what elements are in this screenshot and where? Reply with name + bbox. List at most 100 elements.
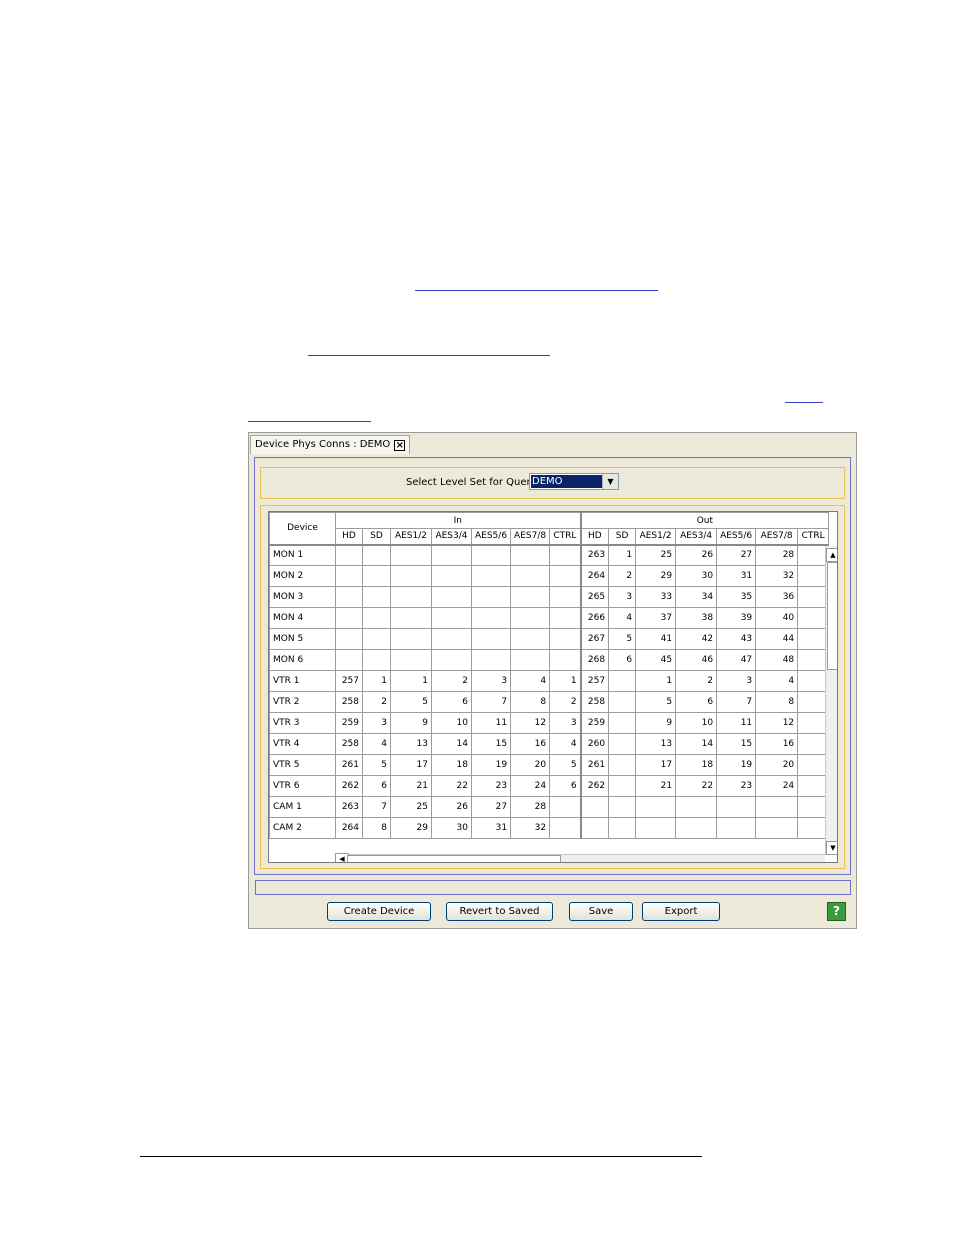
- out-cell[interactable]: 11: [716, 712, 757, 734]
- out-cell[interactable]: [797, 628, 830, 650]
- out-cell[interactable]: [797, 649, 830, 671]
- in-cell[interactable]: 8: [510, 691, 551, 713]
- in-cell[interactable]: [510, 649, 551, 671]
- doc-link-2[interactable]: [308, 355, 550, 356]
- revert-to-saved-button[interactable]: Revert to Saved: [446, 902, 553, 921]
- out-cell[interactable]: 6: [675, 691, 718, 713]
- in-cell[interactable]: [390, 565, 432, 587]
- out-cell[interactable]: 7: [716, 691, 757, 713]
- in-cell[interactable]: 4: [362, 733, 391, 755]
- out-cell[interactable]: 5: [608, 628, 637, 650]
- out-cell[interactable]: 30: [675, 565, 718, 587]
- out-cell[interactable]: [797, 586, 830, 608]
- device-cell[interactable]: MON 5: [269, 628, 336, 650]
- vertical-scroll-thumb[interactable]: [827, 562, 837, 670]
- out-cell[interactable]: 4: [755, 670, 799, 692]
- out-cell[interactable]: 6: [608, 649, 637, 671]
- in-cell[interactable]: [390, 586, 432, 608]
- in-cell[interactable]: [390, 607, 432, 629]
- in-cell[interactable]: 20: [510, 754, 551, 776]
- table-row[interactable]: VTR 6 262 6 21 22 23 24 6 262 21 22 23 24: [269, 775, 830, 797]
- in-cell[interactable]: 7: [470, 691, 512, 713]
- out-cell[interactable]: [608, 817, 637, 839]
- table-row[interactable]: MON 3 265 3 33 34 35 36: [269, 586, 830, 608]
- in-cell[interactable]: 9: [390, 712, 432, 734]
- in-cell[interactable]: 19: [470, 754, 512, 776]
- in-cell[interactable]: [470, 628, 512, 650]
- device-cell[interactable]: MON 4: [269, 607, 336, 629]
- in-cell[interactable]: [335, 607, 363, 629]
- in-cell[interactable]: 4: [549, 733, 582, 755]
- in-cell[interactable]: [549, 628, 582, 650]
- out-cell[interactable]: [797, 754, 830, 776]
- device-cell[interactable]: MON 3: [269, 586, 336, 608]
- in-cell[interactable]: 5: [390, 691, 432, 713]
- horizontal-scrollbar[interactable]: ◀: [335, 853, 825, 862]
- in-cell[interactable]: [549, 607, 582, 629]
- out-cell[interactable]: [716, 796, 757, 818]
- in-cell[interactable]: 3: [362, 712, 391, 734]
- table-row[interactable]: VTR 4 258 4 13 14 15 16 4 260 13 14 15 16: [269, 733, 830, 755]
- out-cell[interactable]: 260: [579, 733, 610, 755]
- out-cell[interactable]: 25: [635, 544, 677, 566]
- out-cell[interactable]: 48: [755, 649, 799, 671]
- out-cell[interactable]: [675, 817, 718, 839]
- in-cell[interactable]: 259: [335, 712, 363, 734]
- in-cell[interactable]: 8: [362, 817, 391, 839]
- out-cell[interactable]: [797, 565, 830, 587]
- out-cell[interactable]: 45: [635, 649, 677, 671]
- out-cell[interactable]: [716, 817, 757, 839]
- out-cell[interactable]: 258: [579, 691, 610, 713]
- in-cell[interactable]: 1: [390, 670, 432, 692]
- out-cell[interactable]: 44: [755, 628, 799, 650]
- out-cell[interactable]: 13: [635, 733, 677, 755]
- in-cell[interactable]: 17: [390, 754, 432, 776]
- device-cell[interactable]: MON 2: [269, 565, 336, 587]
- out-cell[interactable]: [608, 691, 637, 713]
- in-cell[interactable]: [362, 628, 391, 650]
- in-cell[interactable]: [549, 565, 582, 587]
- out-cell[interactable]: 31: [716, 565, 757, 587]
- in-cell[interactable]: 28: [510, 796, 551, 818]
- in-cell[interactable]: 3: [549, 712, 582, 734]
- device-cell[interactable]: VTR 3: [269, 712, 336, 734]
- table-row[interactable]: CAM 2 264 8 29 30 31 32: [269, 817, 830, 839]
- in-cell[interactable]: 31: [470, 817, 512, 839]
- out-cell[interactable]: 26: [675, 544, 718, 566]
- device-cell[interactable]: VTR 6: [269, 775, 336, 797]
- in-cell[interactable]: [390, 649, 432, 671]
- out-cell[interactable]: 9: [635, 712, 677, 734]
- in-cell[interactable]: 15: [470, 733, 512, 755]
- in-cell[interactable]: 2: [362, 691, 391, 713]
- out-cell[interactable]: [675, 796, 718, 818]
- out-cell[interactable]: [797, 733, 830, 755]
- in-cell[interactable]: 262: [335, 775, 363, 797]
- in-cell[interactable]: [470, 607, 512, 629]
- out-cell[interactable]: 19: [716, 754, 757, 776]
- in-cell[interactable]: 3: [470, 670, 512, 692]
- in-cell[interactable]: [431, 586, 472, 608]
- table-row[interactable]: MON 5 267 5 41 42 43 44: [269, 628, 830, 650]
- out-cell[interactable]: [608, 754, 637, 776]
- out-cell[interactable]: 22: [675, 775, 718, 797]
- in-cell[interactable]: 12: [510, 712, 551, 734]
- in-cell[interactable]: 1: [549, 670, 582, 692]
- in-cell[interactable]: [470, 649, 512, 671]
- in-cell[interactable]: 5: [362, 754, 391, 776]
- out-cell[interactable]: 2: [608, 565, 637, 587]
- out-cell[interactable]: 47: [716, 649, 757, 671]
- out-cell[interactable]: 266: [579, 607, 610, 629]
- out-cell[interactable]: 34: [675, 586, 718, 608]
- in-cell[interactable]: 32: [510, 817, 551, 839]
- in-cell[interactable]: 13: [390, 733, 432, 755]
- in-cell[interactable]: [431, 628, 472, 650]
- out-cell[interactable]: [579, 817, 610, 839]
- out-cell[interactable]: 3: [716, 670, 757, 692]
- tab-device-phys-conns[interactable]: Device Phys Conns : DEMO ×: [250, 435, 411, 454]
- in-cell[interactable]: [335, 565, 363, 587]
- in-cell[interactable]: [362, 607, 391, 629]
- in-cell[interactable]: [431, 544, 472, 566]
- in-cell[interactable]: 29: [390, 817, 432, 839]
- in-cell[interactable]: [470, 544, 512, 566]
- out-cell[interactable]: 263: [579, 544, 610, 566]
